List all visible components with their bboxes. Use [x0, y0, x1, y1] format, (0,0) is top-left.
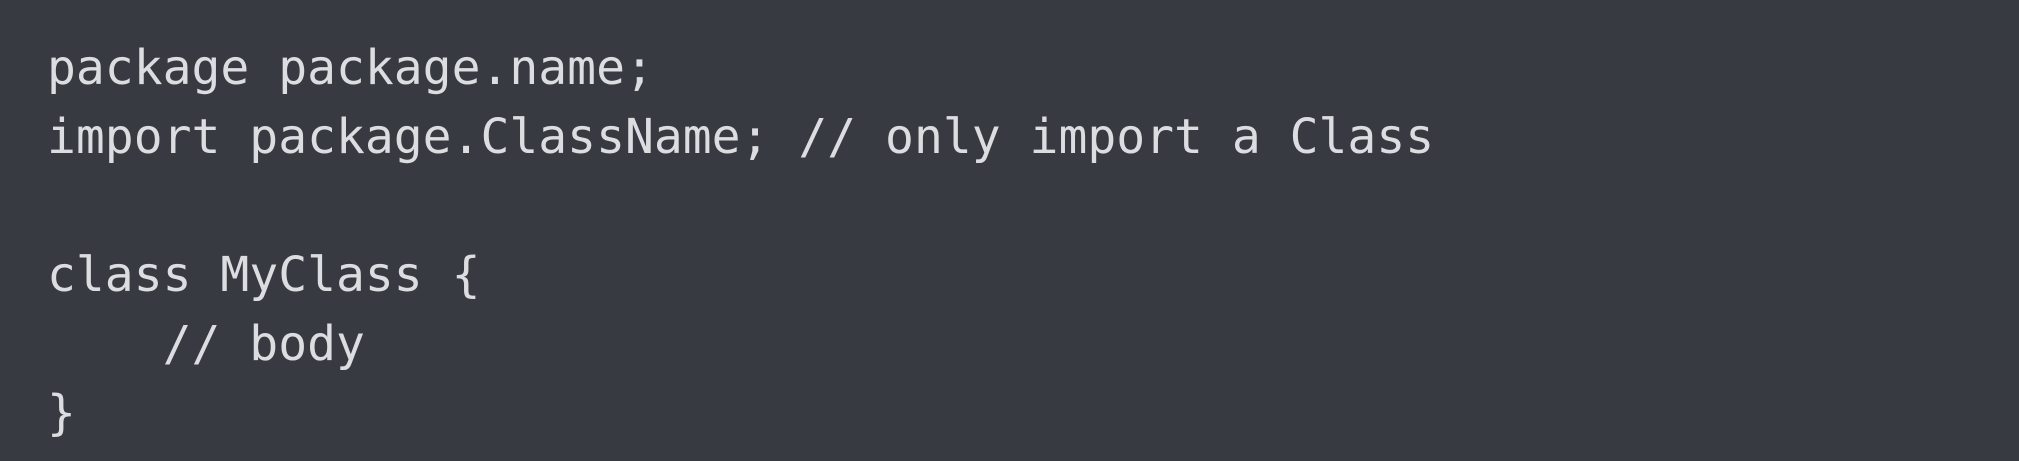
code-body: package package.name; import package.Cla…: [47, 34, 1434, 448]
code-line-package: package package.name;: [47, 40, 654, 96]
code-line-class-declaration: class MyClass {: [47, 247, 481, 303]
code-line-import: import package.ClassName; // only import…: [47, 109, 1435, 165]
code-line-body-comment: // body: [47, 316, 365, 372]
code-block: package package.name; import package.Cla…: [0, 0, 2019, 461]
code-line-closing-brace: }: [47, 385, 76, 441]
